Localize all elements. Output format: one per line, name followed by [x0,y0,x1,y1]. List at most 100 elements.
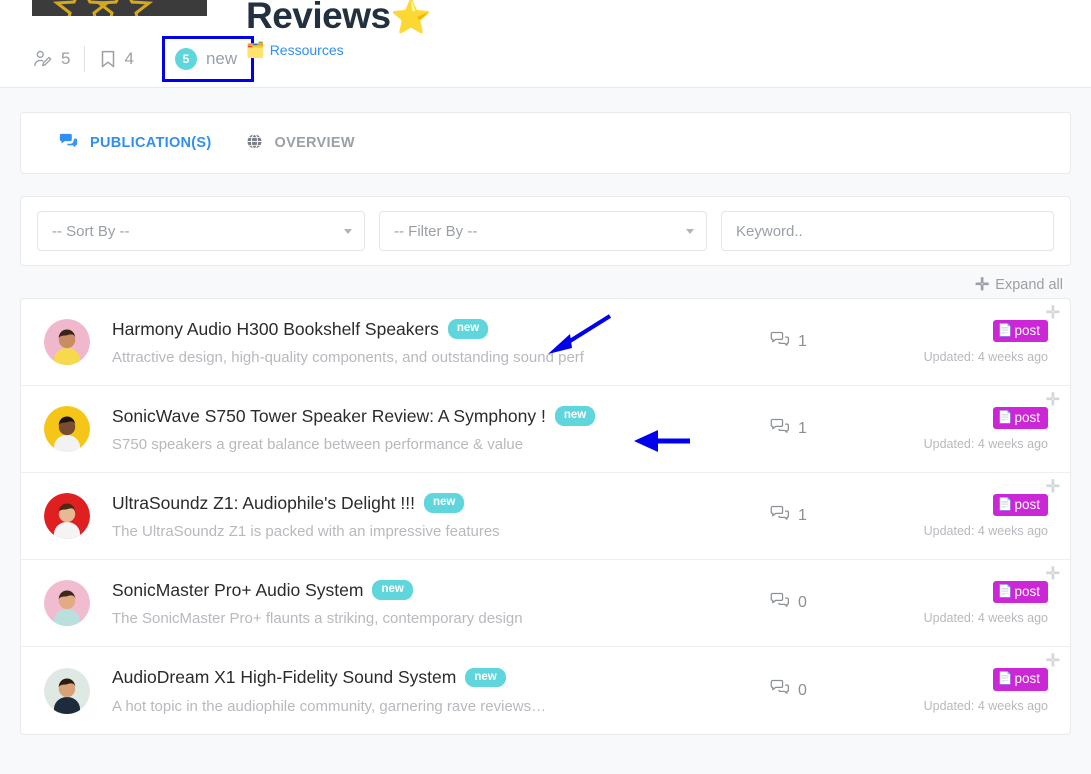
tab-overview-label: OVERVIEW [274,135,355,151]
row-title-text: AudioDream X1 High-Fidelity Sound System [112,667,457,688]
user-edit-icon [32,48,54,70]
chevron-down-icon [686,228,695,234]
comment-count-value: 1 [798,507,807,524]
keyword-input-wrapper[interactable]: Keyword.. [721,211,1055,251]
sort-by-select[interactable]: -- Sort By -- [37,211,366,251]
post-type-badge: 📄 post [992,493,1048,517]
row-title[interactable]: UltraSoundz Z1: Audiophile's Delight !!!… [112,492,770,515]
comment-count[interactable]: 1 [770,418,890,441]
new-badge: new [447,319,489,339]
row-meta: 📄 post Updated: 4 weeks ago [890,319,1070,365]
keyword-placeholder: Keyword.. [736,222,803,240]
new-publications-filter[interactable]: 5 new [161,36,255,82]
post-type-badge: 📄 post [992,668,1048,691]
new-count-badge: 5 [174,48,197,70]
avatar[interactable] [44,580,90,626]
avatar[interactable] [44,319,90,365]
cover-thumbnail[interactable] [32,0,207,16]
bookmarks-stat[interactable]: 4 [85,49,147,69]
star-icon: ⭐ [390,0,432,35]
title-block: Reviews⭐ 🗂️ Ressources [246,0,432,59]
table-row[interactable]: UltraSoundz Z1: Audiophile's Delight !!!… [21,473,1070,560]
post-type-badge: 📄 post [992,406,1048,430]
row-meta: 📄 post Updated: 4 weeks ago [890,668,1070,713]
resources-label: Ressources [269,41,344,58]
row-title-text: SonicMaster Pro+ Audio System [112,579,364,600]
row-main: UltraSoundz Z1: Audiophile's Delight !!!… [90,492,770,541]
page-header: 5 4 5 new Reviews⭐ 🗂️ Ressources [0,0,1091,88]
row-title-text: Harmony Audio H300 Bookshelf Speakers [112,318,439,339]
post-type-label: post [1014,409,1040,425]
list-toolbar: ✛ Expand all [20,276,1071,293]
new-badge: new [554,406,596,426]
post-type-label: post [1014,496,1040,512]
resources-link[interactable]: 🗂️ Ressources [246,41,431,59]
row-title[interactable]: AudioDream X1 High-Fidelity Sound System… [112,666,770,689]
bookmark-icon [99,49,117,69]
authors-stat[interactable]: 5 [28,48,84,70]
comment-count-value: 0 [798,594,807,611]
row-subtitle: The UltraSoundz Z1 is packed with an imp… [112,523,500,541]
new-badge: new [423,493,465,513]
table-row[interactable]: SonicMaster Pro+ Audio System new The So… [21,560,1070,647]
authors-count: 5 [61,49,71,68]
expand-row-button[interactable]: ✛ [1046,652,1060,669]
tab-publications-label: PUBLICATION(S) [90,135,212,151]
new-badge: new [372,580,413,600]
updated-timestamp: Updated: 4 weeks ago [923,350,1048,365]
post-type-badge: 📄 post [992,319,1048,343]
comment-count[interactable]: 1 [770,331,890,354]
comments-icon [770,418,790,441]
expand-row-button[interactable]: ✛ [1046,478,1060,495]
row-meta: 📄 post Updated: 4 weeks ago [890,406,1070,451]
chevron-down-icon [344,228,353,234]
sort-by-value: -- Sort By -- [52,222,130,240]
comment-count[interactable]: 0 [770,679,890,702]
globe-icon [246,133,263,154]
comments-icon [770,592,790,615]
expand-row-button[interactable]: ✛ [1046,391,1060,408]
updated-timestamp: Updated: 4 weeks ago [923,611,1048,626]
header-stats: 5 4 5 new [28,36,255,82]
post-type-badge: 📄 post [992,580,1048,604]
row-subtitle: S750 speakers a great balance between pe… [112,436,524,454]
table-row[interactable]: Harmony Audio H300 Bookshelf Speakers ne… [21,299,1070,386]
updated-timestamp: Updated: 4 weeks ago [923,524,1048,539]
avatar[interactable] [44,406,90,452]
row-main: Harmony Audio H300 Bookshelf Speakers ne… [90,318,770,367]
card-index-dividers-icon: 🗂️ [246,41,265,59]
tab-overview[interactable]: OVERVIEW [246,133,355,154]
comments-icon [770,679,790,702]
document-icon: 📄 [997,409,1013,424]
document-icon: 📄 [997,671,1013,686]
comments-icon [770,331,790,354]
tab-bar: PUBLICATION(S) OVERVIEW [20,112,1071,174]
avatar[interactable] [44,493,90,539]
expand-all-button[interactable]: ✛ Expand all [975,276,1063,293]
table-row[interactable]: AudioDream X1 High-Fidelity Sound System… [21,647,1070,734]
table-row[interactable]: SonicWave S750 Tower Speaker Review: A S… [21,386,1070,473]
updated-timestamp: Updated: 4 weeks ago [923,698,1048,713]
row-title[interactable]: Harmony Audio H300 Bookshelf Speakers ne… [112,318,770,341]
avatar[interactable] [44,667,90,714]
expand-row-button[interactable]: ✛ [1046,304,1060,321]
document-icon: 📄 [997,583,1013,598]
comment-count[interactable]: 0 [770,592,890,615]
row-main: SonicWave S750 Tower Speaker Review: A S… [90,405,770,454]
row-title-text: UltraSoundz Z1: Audiophile's Delight !!! [112,492,415,513]
filter-bar: -- Sort By -- -- Filter By -- Keyword.. [20,196,1071,266]
expand-row-button[interactable]: ✛ [1046,565,1060,582]
filter-by-select[interactable]: -- Filter By -- [379,211,708,251]
publication-list: Harmony Audio H300 Bookshelf Speakers ne… [20,298,1071,735]
page-title: Reviews⭐ [246,0,432,37]
row-title[interactable]: SonicMaster Pro+ Audio System new [112,579,770,602]
document-icon: 📄 [997,322,1013,337]
row-title[interactable]: SonicWave S750 Tower Speaker Review: A S… [112,405,770,428]
page-title-text: Reviews [246,0,391,36]
comment-count[interactable]: 1 [770,505,890,528]
tab-publications[interactable]: PUBLICATION(S) [59,133,212,154]
comment-count-value: 1 [798,420,807,437]
comment-count-value: 0 [798,681,807,699]
comment-count-value: 1 [798,333,807,350]
row-subtitle: Attractive design, high-quality componen… [112,349,584,367]
